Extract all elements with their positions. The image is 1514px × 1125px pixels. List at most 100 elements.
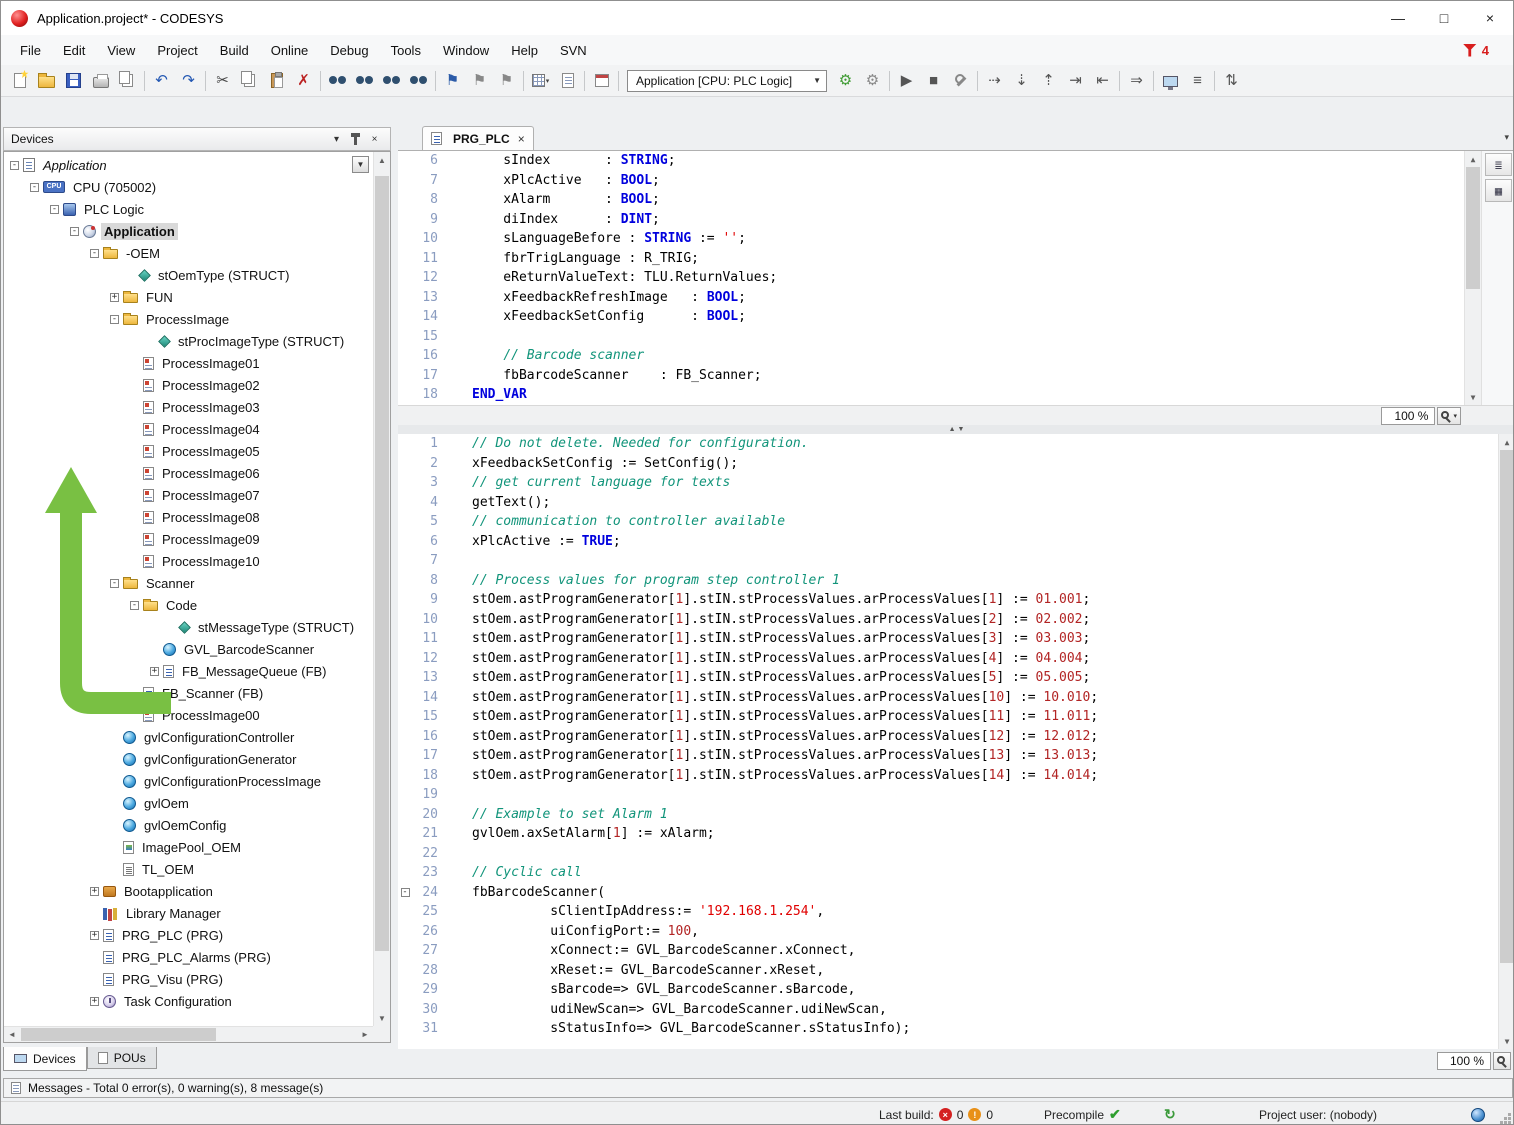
incremental-search-button[interactable]	[405, 69, 432, 93]
tree-item-gvlconfigurationgenerator[interactable]: -gvlConfigurationGenerator	[4, 748, 373, 770]
code-line[interactable]: xPlcActive : BOOL;	[448, 171, 660, 191]
declaration-zoom-level[interactable]: 100 %	[1381, 407, 1435, 425]
expander-minus-icon[interactable]: -	[50, 205, 59, 214]
splitter-down-icon[interactable]: ▼	[958, 426, 965, 433]
tree-item-prg-visu-prg[interactable]: -PRG_Visu (PRG)	[4, 968, 373, 990]
tree-item-processimage05[interactable]: -ProcessImage05	[4, 440, 373, 462]
tab-list-dropdown-icon[interactable]: ▾	[1504, 132, 1509, 143]
code-line[interactable]: sLanguageBefore : STRING := '';	[448, 229, 746, 249]
menu-help[interactable]: Help	[500, 38, 549, 63]
implementation-scrollbar[interactable]: ▲ ▼	[1498, 434, 1514, 1049]
tree-item-gvloemconfig[interactable]: -gvlOemConfig	[4, 814, 373, 836]
page-setup-button[interactable]	[114, 69, 141, 93]
code-line[interactable]: // Cyclic call	[448, 863, 582, 883]
tree-item-fun[interactable]: +FUN	[4, 286, 373, 308]
export-button[interactable]	[554, 69, 581, 93]
code-line[interactable]: uiConfigPort:= 100,	[448, 922, 699, 942]
tree-item-processimage07[interactable]: -ProcessImage07	[4, 484, 373, 506]
tree-item-code[interactable]: -Code	[4, 594, 373, 616]
devices-vertical-scrollbar[interactable]: ▲ ▼	[373, 152, 390, 1026]
code-line[interactable]: // communication to controller available	[448, 512, 785, 532]
tree-item-processimage08[interactable]: -ProcessImage08	[4, 506, 373, 528]
notifications-funnel-icon[interactable]	[1463, 44, 1477, 57]
expander-plus-icon[interactable]: +	[90, 887, 99, 896]
application-combo[interactable]: Application [CPU: PLC Logic]▼	[627, 70, 827, 92]
declaration-scrollbar[interactable]: ▲ ▼	[1464, 151, 1481, 405]
code-line[interactable]: stOem.astProgramGenerator[1].stIN.stProc…	[448, 668, 1090, 688]
code-line[interactable]: // get current language for texts	[448, 473, 730, 493]
code-line[interactable]: // Example to set Alarm 1	[448, 805, 668, 825]
textual-view-button[interactable]: ≣	[1485, 153, 1512, 176]
expander-minus-icon[interactable]: -	[110, 315, 119, 324]
pin-icon[interactable]	[347, 131, 364, 148]
tree-item-bootapplication[interactable]: +Bootapplication	[4, 880, 373, 902]
editor-splitter[interactable]: ▲▼	[398, 425, 1514, 434]
expander-minus-icon[interactable]: -	[30, 183, 39, 192]
display-mode-button[interactable]: ≡	[1184, 69, 1211, 93]
code-line[interactable]: // Process values for program step contr…	[448, 571, 840, 591]
code-line[interactable]: stOem.astProgramGenerator[1].stIN.stProc…	[448, 707, 1098, 727]
code-line[interactable]: xConnect:= GVL_BarcodeScanner.xConnect,	[448, 941, 856, 961]
expander-minus-icon[interactable]: -	[110, 579, 119, 588]
code-line[interactable]: // Barcode scanner	[448, 346, 644, 366]
login-button[interactable]: ⚙	[832, 69, 859, 93]
tree-item-processimage03[interactable]: -ProcessImage03	[4, 396, 373, 418]
code-line[interactable]: stOem.astProgramGenerator[1].stIN.stProc…	[448, 688, 1098, 708]
code-line[interactable]: sIndex : STRING;	[448, 151, 676, 171]
code-line[interactable]: getText();	[448, 493, 550, 513]
scroll-right-icon[interactable]: ►	[357, 1027, 373, 1042]
expander-plus-icon[interactable]: +	[90, 931, 99, 940]
code-line[interactable]: stOem.astProgramGenerator[1].stIN.stProc…	[448, 629, 1090, 649]
menu-view[interactable]: View	[96, 38, 146, 63]
tree-item-plc-logic[interactable]: -PLC Logic	[4, 198, 373, 220]
next-bookmark-button[interactable]: ⚑	[493, 69, 520, 93]
tree-item-fb-messagequeue-fb[interactable]: +FB_MessageQueue (FB)	[4, 660, 373, 682]
device-combo-dropdown-icon[interactable]: ▼	[352, 156, 369, 173]
notification-count[interactable]: 4	[1482, 43, 1489, 58]
tree-item-stoemtype-struct[interactable]: -stOemType (STRUCT)	[4, 264, 373, 286]
new-project-button[interactable]	[6, 69, 33, 93]
menu-build[interactable]: Build	[209, 38, 260, 63]
tree-item-processimage06[interactable]: -ProcessImage06	[4, 462, 373, 484]
scroll-thumb[interactable]	[21, 1028, 216, 1041]
set-next-statement-button[interactable]: ⇤	[1089, 69, 1116, 93]
chevron-down-icon[interactable]: ▾	[546, 77, 550, 85]
resize-grip[interactable]	[1508, 1121, 1511, 1124]
panel-close-icon[interactable]: ×	[366, 131, 383, 148]
menu-tools[interactable]: Tools	[380, 38, 432, 63]
code-line[interactable]: stOem.astProgramGenerator[1].stIN.stProc…	[448, 766, 1098, 786]
tab-prg-plc[interactable]: PRG_PLC ×	[422, 126, 534, 150]
tree-item-cpu-705002[interactable]: -CPUCPU (705002)	[4, 176, 373, 198]
declaration-editor[interactable]: 6 sIndex : STRING;7 xPlcActive : BOOL;8 …	[398, 151, 1514, 405]
code-line[interactable]: stOem.astProgramGenerator[1].stIN.stProc…	[448, 746, 1098, 766]
scroll-thumb[interactable]	[375, 176, 389, 951]
tree-item-imagepool-oem[interactable]: -ImagePool_OEM	[4, 836, 373, 858]
tree-item-application[interactable]: -Application▼	[4, 154, 373, 176]
menu-svn[interactable]: SVN	[549, 38, 598, 63]
find-replace-button[interactable]	[351, 69, 378, 93]
scroll-left-icon[interactable]: ◄	[4, 1027, 20, 1042]
code-line[interactable]: stOem.astProgramGenerator[1].stIN.stProc…	[448, 727, 1098, 747]
scroll-up-icon[interactable]: ▲	[374, 152, 390, 168]
scroll-up-icon[interactable]: ▲	[1499, 434, 1514, 450]
code-line[interactable]: diIndex : DINT;	[448, 210, 660, 230]
tree-item-prg-plc-alarms-prg[interactable]: -PRG_PLC_Alarms (PRG)	[4, 946, 373, 968]
maximize-button[interactable]: □	[1421, 1, 1467, 35]
code-line[interactable]: sClientIpAddress:= '192.168.1.254',	[448, 902, 824, 922]
expander-plus-icon[interactable]: +	[110, 293, 119, 302]
tree-item-tl-oem[interactable]: -TL_OEM	[4, 858, 373, 880]
code-line[interactable]: fbrTrigLanguage : R_TRIG;	[448, 249, 699, 269]
tree-item-library-manager[interactable]: -Library Manager	[4, 902, 373, 924]
code-line[interactable]: xReset:= GVL_BarcodeScanner.xReset,	[448, 961, 824, 981]
scroll-down-icon[interactable]: ▼	[1499, 1033, 1514, 1049]
copy-button[interactable]	[236, 69, 263, 93]
zoom-magnifier-icon[interactable]: ▾	[1437, 407, 1461, 425]
cut-button[interactable]: ✂	[209, 69, 236, 93]
delete-button[interactable]: ✗	[290, 69, 317, 93]
print-button[interactable]	[87, 69, 114, 93]
scroll-up-icon[interactable]: ▲	[1465, 151, 1481, 167]
close-button[interactable]: ×	[1467, 1, 1513, 35]
devices-horizontal-scrollbar[interactable]: ◄ ►	[4, 1026, 373, 1042]
tabular-view-button[interactable]: ▦	[1485, 179, 1512, 202]
zoom-magnifier-icon[interactable]	[1493, 1052, 1511, 1070]
